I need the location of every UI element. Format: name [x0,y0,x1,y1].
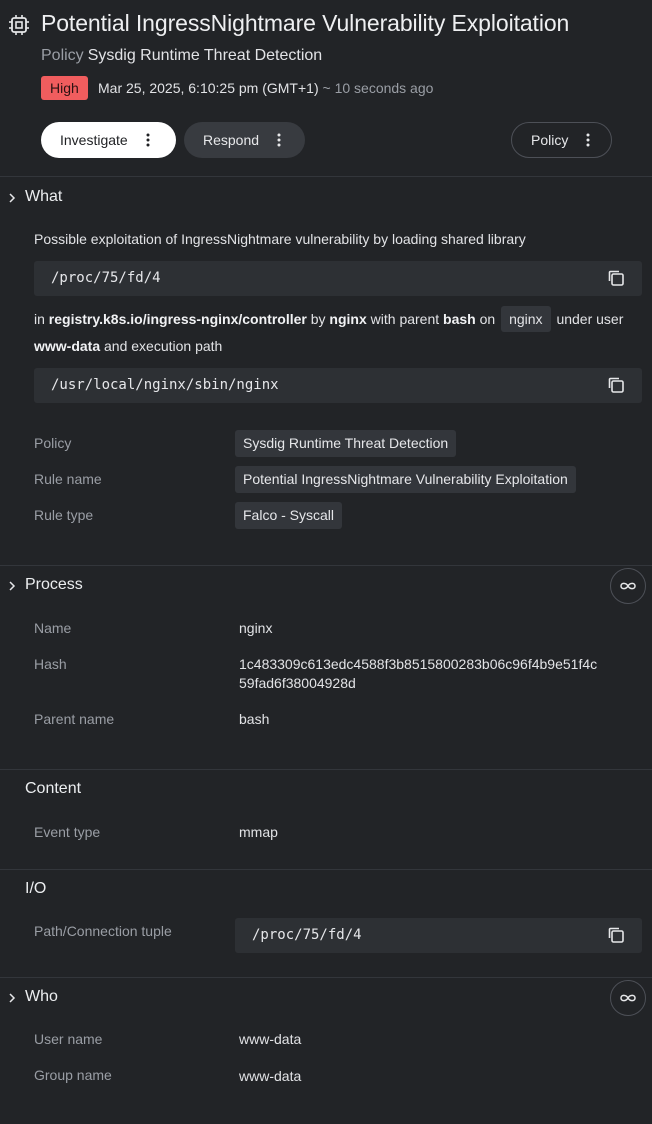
timestamp-absolute: Mar 25, 2025, 6:10:25 pm (GMT+1) [98,80,319,96]
code-text: /proc/75/fd/4 [51,270,161,286]
field-label: Name [34,620,72,636]
kebab-icon[interactable] [578,130,598,150]
parent-process: bash [443,311,476,327]
section-divider [0,769,652,770]
section-what-title[interactable]: What [25,188,62,206]
rule-type-chip[interactable]: Falco - Syscall [235,502,343,529]
section-divider [0,176,652,177]
section-io-title: I/O [25,880,47,897]
process-name-value: nginx [239,620,273,636]
section-divider [0,869,652,870]
respond-label: Respond [203,132,260,148]
infinity-icon [620,582,636,590]
sentence-text: under user [556,311,624,327]
copy-icon[interactable] [607,269,625,287]
sentence-text: in [34,311,45,327]
container-image: registry.k8s.io/ingress-nginx/controller [48,311,307,327]
field-label: Hash [34,656,67,672]
policy-value[interactable]: Sysdig Runtime Threat Detection [88,47,322,64]
infinity-icon [620,994,636,1002]
severity-badge: High [41,76,88,100]
code-text: /proc/75/fd/4 [252,927,362,943]
policy-button-label: Policy [531,132,569,148]
code-block-fd: /proc/75/fd/4 [34,261,642,296]
chevron-right-icon[interactable] [6,580,18,592]
event-header: Potential IngressNightmare Vulnerability… [0,0,652,176]
copy-icon[interactable] [607,376,625,394]
event-type-value: mmap [239,824,278,840]
what-description: Possible exploitation of IngressNightmar… [34,231,526,247]
host-chip[interactable]: nginx [501,306,551,332]
sentence-text: and execution path [104,338,223,354]
event-timestamp: Mar 25, 2025, 6:10:25 pm (GMT+1) ~ 10 se… [98,80,433,96]
field-label: Event type [34,824,101,840]
copy-icon[interactable] [607,926,625,944]
field-label: User name [34,1031,103,1047]
field-label: Rule type [34,507,94,523]
process-hash-line1: 1c483309c613edc4588f3b8515800283b06c96f4… [239,656,598,672]
section-process-title[interactable]: Process [25,576,83,594]
investigate-label: Investigate [60,132,128,148]
kebab-icon[interactable] [269,130,289,150]
section-content-title: Content [25,780,82,797]
sentence-text: with parent [370,311,440,327]
respond-button[interactable]: Respond [184,122,305,158]
sentence-text: on [479,311,496,327]
field-label: Policy [34,435,72,451]
policy-chip[interactable]: Sysdig Runtime Threat Detection [235,430,457,457]
field-label: Parent name [34,711,115,727]
parent-name-value: bash [239,711,270,727]
user-name: www-data [34,338,101,354]
page-title: Potential IngressNightmare Vulnerability… [41,10,570,36]
section-divider [0,565,652,566]
field-label: Rule name [34,471,102,487]
rule-name-chip[interactable]: Potential IngressNightmare Vulnerability… [235,466,576,493]
field-label: Path/Connection tuple [34,923,172,939]
chevron-right-icon[interactable] [6,992,18,1004]
investigate-button[interactable]: Investigate [41,122,176,158]
policy-label: Policy [41,47,84,64]
code-text: /usr/local/nginx/sbin/nginx [51,377,279,393]
what-sentence-line1: in registry.k8s.io/ingress-nginx/control… [34,305,623,333]
policy-button[interactable]: Policy [511,122,612,158]
field-label: Group name [34,1067,112,1083]
kebab-icon[interactable] [138,130,158,150]
section-divider [0,977,652,978]
user-name-value: www-data [239,1031,302,1047]
process-name: nginx [329,311,367,327]
who-tree-button[interactable] [610,980,646,1016]
what-sentence-line2: www-data and execution path [34,338,222,354]
chevron-right-icon[interactable] [6,192,18,204]
process-hash-line2: 59fad6f38004928d [239,675,356,691]
sentence-text: by [310,311,326,327]
process-tree-button[interactable] [610,568,646,604]
timestamp-relative: ~ 10 seconds ago [322,80,434,96]
code-block-exec-path: /usr/local/nginx/sbin/nginx [34,368,642,403]
group-name-value: www-data [239,1068,302,1084]
section-who-title[interactable]: Who [25,988,58,1006]
policy-line: Policy Sysdig Runtime Threat Detection [41,47,322,65]
chip-icon [9,15,29,35]
code-block-io-path: /proc/75/fd/4 [235,918,642,953]
